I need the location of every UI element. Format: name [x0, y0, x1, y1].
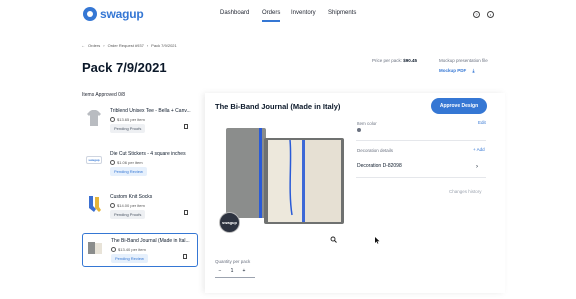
- status-badge: Pending Review: [111, 254, 148, 263]
- user-icon[interactable]: •: [487, 11, 494, 18]
- clock-icon: [111, 247, 116, 252]
- item-card[interactable]: Custom Knit Socks $14.00 per item Pendin…: [82, 190, 198, 222]
- page-title: Pack 7/9/2021: [82, 60, 167, 75]
- breadcrumb-order-request[interactable]: Order Request #937: [108, 43, 144, 48]
- items-approved-count: Items Approved 0/8: [82, 92, 126, 98]
- sticker-thumbnail: swagup: [86, 156, 102, 164]
- item-price-text: $14.00 per item: [117, 203, 145, 208]
- quantity-label: Quantity per pack: [215, 259, 251, 264]
- trash-icon[interactable]: [183, 254, 187, 259]
- item-price: $13.40 per item: [111, 247, 146, 252]
- quantity-underline: [215, 277, 255, 278]
- zoom-icon[interactable]: [330, 236, 337, 243]
- decoration-details-label: Decoration details: [357, 148, 394, 153]
- breadcrumb-orders[interactable]: Orders: [88, 43, 100, 48]
- download-icon: ⤓: [472, 68, 475, 73]
- thumbnail-logo-text: swagup: [222, 220, 237, 225]
- price-per-pack: Price per pack: $90.45: [372, 58, 417, 63]
- price-per-pack-value: $90.45: [403, 58, 418, 63]
- item-name: Die Cut Stickers - 4 square inches: [110, 151, 186, 157]
- quantity-value[interactable]: 1: [225, 268, 239, 274]
- price-per-pack-label: Price per pack:: [372, 58, 403, 63]
- clock-icon: [110, 203, 115, 208]
- socks-icon: [89, 196, 101, 212]
- decoration-thumbnail[interactable]: swagup: [219, 212, 240, 233]
- status-badge: Pending Proofs: [110, 124, 146, 133]
- help-icon[interactable]: ?: [473, 11, 480, 18]
- chevron-right-icon[interactable]: ›: [476, 164, 478, 170]
- quantity-plus-button[interactable]: +: [239, 268, 249, 274]
- edit-color-link[interactable]: Edit: [478, 120, 486, 125]
- item-name: Custom Knit Socks: [110, 194, 153, 200]
- item-price: $14.00 per item: [110, 203, 145, 208]
- item-price-text: $13.40 per item: [118, 247, 146, 252]
- item-price: $13.65 per item: [110, 117, 145, 122]
- item-price: $1.06 per item: [110, 160, 143, 165]
- quantity-stepper[interactable]: − 1 +: [215, 266, 255, 275]
- add-decoration-link[interactable]: + Add: [473, 147, 485, 152]
- item-price-text: $13.65 per item: [117, 117, 145, 122]
- item-name: Triblend Unisex Tee - Bella + Canv...: [110, 108, 191, 114]
- breadcrumb-separator-icon: ›: [146, 43, 149, 48]
- nav-inventory[interactable]: Inventory: [291, 10, 316, 16]
- back-arrow-icon[interactable]: ←: [81, 43, 85, 48]
- item-price-text: $1.06 per item: [117, 160, 143, 165]
- item-card-selected[interactable]: The Bi-Band Journal (Made in Ital... $13…: [82, 233, 198, 267]
- nav-dashboard[interactable]: Dashboard: [220, 10, 249, 16]
- breadcrumb-separator-icon: ›: [103, 43, 105, 48]
- status-badge: Pending Proofs: [110, 210, 146, 219]
- product-image: [226, 128, 344, 224]
- tshirt-icon: [87, 110, 101, 126]
- clock-icon: [110, 117, 115, 122]
- mouse-cursor-icon: [375, 237, 380, 244]
- item-color-swatch: [357, 128, 361, 132]
- trash-icon[interactable]: [184, 210, 188, 215]
- mockup-label: Mockup presentation file: [439, 58, 488, 63]
- divider: [356, 177, 486, 178]
- nav-shipments[interactable]: Shipments: [328, 10, 356, 16]
- approve-design-button[interactable]: Approve Design: [431, 98, 487, 114]
- divider: [356, 140, 486, 141]
- breadcrumb-pack: Pack 7/9/2021: [151, 43, 177, 48]
- changes-history-link[interactable]: Changes history: [449, 189, 482, 194]
- mockup-pdf-label: Mockup PDF: [439, 68, 467, 73]
- quantity-minus-button[interactable]: −: [215, 268, 225, 274]
- nav-orders[interactable]: Orders: [262, 10, 281, 22]
- detail-title: The Bi-Band Journal (Made in Italy): [215, 102, 341, 111]
- sticker-logo-text: swagup: [88, 158, 100, 162]
- decoration-row[interactable]: Decoration D-82098: [357, 163, 483, 169]
- journal-thumbnail: [88, 242, 102, 254]
- item-color-label: Item color: [357, 121, 377, 126]
- item-name: The Bi-Band Journal (Made in Ital...: [111, 238, 190, 244]
- mockup-pdf-link[interactable]: Mockup PDF ⤓: [439, 68, 475, 73]
- breadcrumb: ← Orders › Order Request #937 › Pack 7/9…: [81, 43, 177, 48]
- status-badge: Pending Review: [110, 167, 147, 176]
- item-card[interactable]: swagup Die Cut Stickers - 4 square inche…: [82, 147, 198, 179]
- clock-icon: [110, 160, 115, 165]
- trash-icon[interactable]: [184, 124, 188, 129]
- item-card[interactable]: Triblend Unisex Tee - Bella + Canv... $1…: [82, 104, 198, 136]
- top-header: swagup Dashboard Orders Inventory Shipme…: [0, 0, 576, 31]
